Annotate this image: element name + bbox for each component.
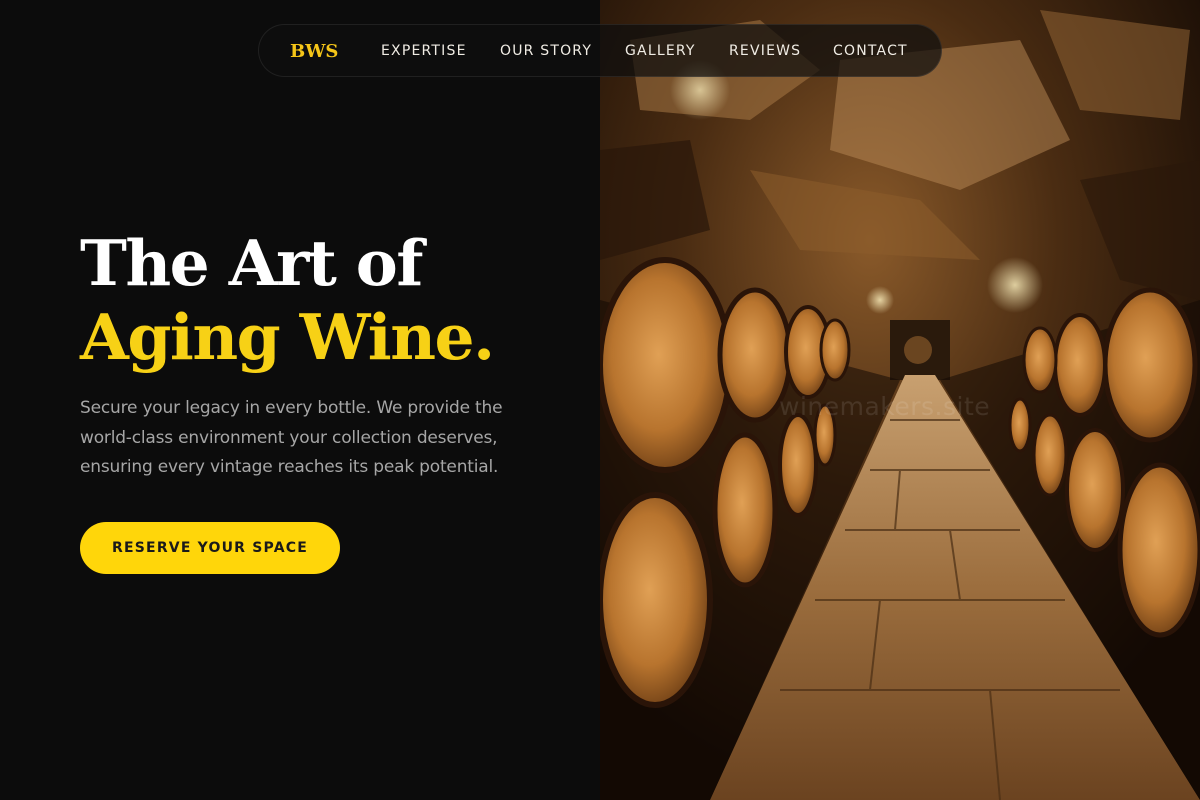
headline-line-1: The Art of bbox=[80, 226, 423, 300]
brand-logo[interactable]: BWS bbox=[290, 25, 338, 78]
reserve-space-button[interactable]: RESERVE YOUR SPACE bbox=[80, 522, 340, 574]
nav-link-gallery[interactable]: GALLERY bbox=[625, 25, 696, 78]
hero-headline: The Art of Aging Wine. bbox=[80, 226, 495, 374]
nav-link-expertise[interactable]: EXPERTISE bbox=[381, 25, 467, 78]
nav-link-reviews[interactable]: REVIEWS bbox=[729, 25, 801, 78]
nav-link-our-story[interactable]: OUR STORY bbox=[500, 25, 592, 78]
hero-subtext: Secure your legacy in every bottle. We p… bbox=[80, 398, 503, 477]
nav-link-contact[interactable]: CONTACT bbox=[833, 25, 908, 78]
image-watermark: winemakers.site bbox=[779, 392, 991, 421]
headline-line-2-accent: Aging Wine. bbox=[80, 300, 495, 374]
top-navigation: BWS EXPERTISE OUR STORY GALLERY REVIEWS … bbox=[258, 24, 942, 77]
